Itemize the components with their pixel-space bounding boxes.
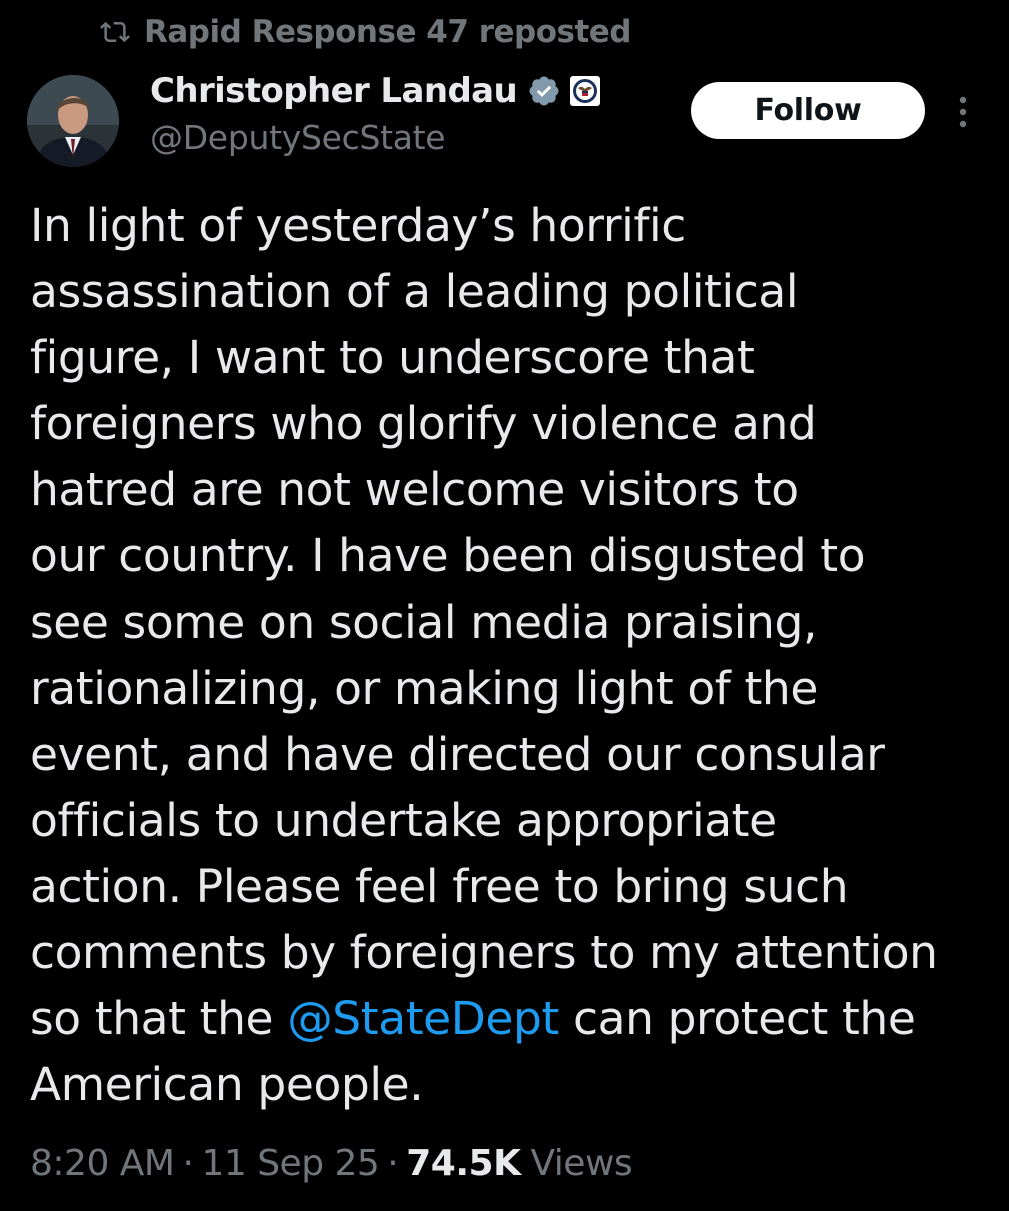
tweet-line: In light of yesterday’s horrific bbox=[30, 199, 686, 252]
tweet-line: hatred are not welcome visitors to bbox=[30, 463, 799, 517]
more-options-icon[interactable] bbox=[948, 92, 978, 132]
tweet-text-fragment: can protect the bbox=[558, 992, 916, 1046]
state-department-seal-icon bbox=[569, 75, 601, 107]
tweet-line: figure, I want to underscore that bbox=[30, 331, 755, 385]
tweet-text: In light of yesterday’s horrific assassi… bbox=[30, 193, 990, 1118]
tweet-line: American people. bbox=[30, 1058, 424, 1112]
tweet-line: our country. I have been disgusted to bbox=[30, 529, 866, 583]
tweet-date[interactable]: 11 Sep 25 bbox=[201, 1143, 379, 1184]
state-dept-mention-link[interactable]: @StateDept bbox=[287, 992, 559, 1045]
tweet-line: foreigners who glorify violence and bbox=[30, 397, 817, 451]
tweet-line: see some on social media praising, bbox=[30, 595, 818, 649]
views-label: Views bbox=[530, 1142, 633, 1184]
repost-label[interactable]: Rapid Response 47 reposted bbox=[144, 14, 631, 50]
author-handle[interactable]: @DeputySecState bbox=[150, 118, 446, 157]
tweet-line: action. Please feel free to bring such bbox=[30, 859, 849, 913]
views-count[interactable]: 74.5K bbox=[406, 1143, 521, 1184]
tweet-line: assassination of a leading political bbox=[30, 265, 799, 319]
tweet-time[interactable]: 8:20 AM bbox=[30, 1143, 175, 1184]
tweet-line: officials to undertake appropriate bbox=[30, 793, 777, 847]
author-name-row: Christopher Landau bbox=[150, 68, 601, 114]
follow-button[interactable]: Follow bbox=[691, 82, 925, 139]
repost-header: Rapid Response 47 reposted bbox=[100, 12, 631, 52]
repost-icon bbox=[100, 17, 130, 47]
tweet-line-with-mention: so that the @StateDept can protect the bbox=[30, 986, 990, 1052]
tweet-line: rationalizing, or making light of the bbox=[30, 661, 818, 715]
tweet-line: event, and have directed our consular bbox=[30, 727, 885, 781]
tweet-text-fragment: so that the bbox=[30, 992, 288, 1046]
meta-separator: · bbox=[387, 1142, 399, 1184]
meta-separator: · bbox=[182, 1142, 194, 1184]
verified-badge-icon[interactable] bbox=[527, 74, 561, 108]
avatar[interactable] bbox=[27, 75, 119, 167]
author-display-name[interactable]: Christopher Landau bbox=[150, 71, 518, 111]
tweet-meta: 8:20 AM · 11 Sep 25 · 74.5K Views bbox=[30, 1137, 633, 1189]
tweet-line: comments by foreigners to my attention bbox=[30, 926, 938, 980]
